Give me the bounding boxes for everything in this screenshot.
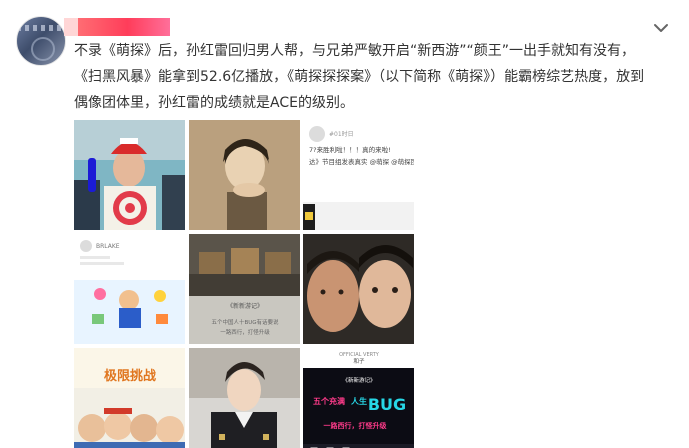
photo-target-shirt-man bbox=[74, 120, 185, 230]
username-redacted[interactable] bbox=[64, 18, 170, 36]
image-thumbnail-1[interactable] bbox=[74, 120, 185, 230]
tile9-line: 五个充满 bbox=[313, 396, 345, 406]
image-thumbnail-6[interactable] bbox=[303, 234, 414, 344]
tile9-line: 一路西行，打怪升级 bbox=[324, 421, 388, 430]
photo-uniform-man bbox=[189, 348, 300, 448]
post-menu-button[interactable] bbox=[651, 20, 671, 36]
username-redacted-fold bbox=[64, 18, 78, 36]
image-grid: #01时日 7?来胜利啦！！！真的来啦! 达》节目组发表真实 @萌探 @萌探团体… bbox=[74, 120, 414, 448]
tile5-line: 一路西行，打怪升级 bbox=[220, 328, 270, 336]
post-text-line: 《扫黑风暴》能拿到52.6亿播放，《萌探探探案》（以下简称《萌探》）能霸榜综艺热… bbox=[74, 69, 645, 85]
image-thumbnail-7[interactable]: 极限挑战 bbox=[74, 348, 185, 448]
image-thumbnail-5[interactable]: 《新新游记》 五个中国人十BUG有话要说 一路西行，打怪升级 bbox=[189, 234, 300, 344]
tile9-line: BUG bbox=[368, 395, 406, 414]
tile9-header: OFFICIAL VERTY bbox=[339, 352, 380, 358]
tile9-line: 人生 bbox=[351, 396, 367, 406]
screenshot-cartoon-banner: BRLAKE bbox=[74, 234, 185, 344]
photo-portrait-sepia bbox=[189, 120, 300, 230]
image-thumbnail-3[interactable]: #01时日 7?来胜利啦！！！真的来啦! 达》节目组发表真实 @萌探 @萌探团体 bbox=[303, 120, 414, 230]
poster-variety-show: 极限挑战 bbox=[74, 348, 185, 448]
image-thumbnail-9[interactable]: OFFICIAL VERTY 和子 《新新游记》 五个充满 人生 BUG 一路西… bbox=[303, 348, 414, 448]
weibo-post-card: 不录《萌探》后，孙红雷回归男人帮，与兄弟严敏开启“新西游”“颜王”一出手就知有没… bbox=[0, 0, 689, 448]
image-thumbnail-4[interactable]: BRLAKE bbox=[74, 234, 185, 344]
screenshot-neon-bug-poster: OFFICIAL VERTY 和子 《新新游记》 五个充满 人生 BUG 一路西… bbox=[303, 348, 414, 448]
user-avatar[interactable] bbox=[16, 16, 66, 66]
tile5-line: 五个中国人十BUG有话要说 bbox=[211, 318, 279, 326]
chevron-down-icon bbox=[654, 24, 668, 32]
tile7-title: 极限挑战 bbox=[104, 368, 156, 384]
post-text-line: 不录《萌探》后，孙红雷回归男人帮，与兄弟严敏开启“新西游”“颜王”一出手就知有没… bbox=[74, 43, 636, 59]
tile5-line: 《新新游记》 bbox=[227, 302, 263, 310]
tile9-line: 《新新游记》 bbox=[342, 376, 375, 384]
post-text-line: 偶像团体里，孙红雷的成绩就是ACE的级别。 bbox=[74, 95, 354, 111]
tile4-header: BRLAKE bbox=[96, 243, 120, 250]
tile3-line: 7?来胜利啦！！！真的来啦! bbox=[309, 145, 391, 154]
image-thumbnail-8[interactable] bbox=[189, 348, 300, 448]
tile9-sub: 和子 bbox=[353, 357, 365, 365]
avatar-ring bbox=[31, 37, 55, 61]
photo-two-men-closeup bbox=[303, 234, 414, 344]
tile3-line: 达》节目组发表真实 @萌探 @萌探团体 bbox=[309, 157, 414, 166]
poster-new-journey: 《新新游记》 五个中国人十BUG有话要说 一路西行，打怪升级 bbox=[189, 234, 300, 344]
image-thumbnail-2[interactable] bbox=[189, 120, 300, 230]
tile3-header: #01时日 bbox=[329, 130, 354, 138]
post-text: 不录《萌探》后，孙红雷回归男人帮，与兄弟严敏开启“新西游”“颜王”一出手就知有没… bbox=[74, 38, 674, 116]
avatar-stripe bbox=[17, 25, 65, 31]
screenshot-social-post: #01时日 7?来胜利啦！！！真的来啦! 达》节目组发表真实 @萌探 @萌探团体 bbox=[303, 120, 414, 230]
